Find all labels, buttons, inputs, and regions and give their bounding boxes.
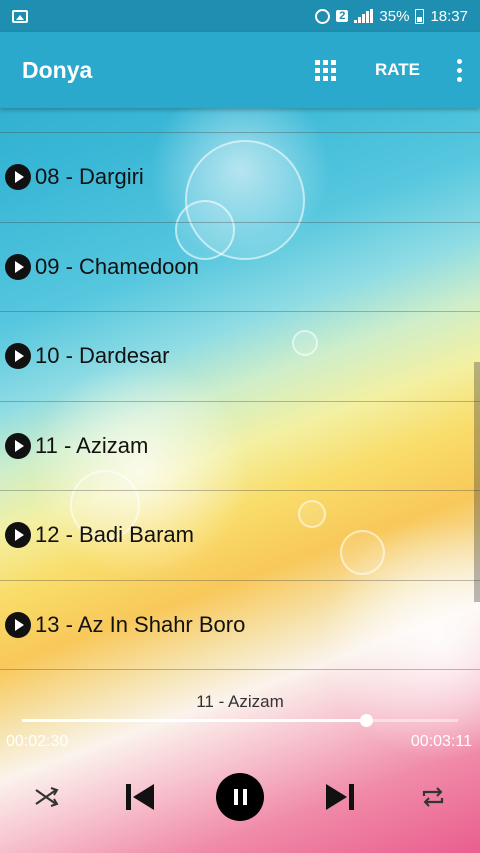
play-icon[interactable] xyxy=(5,432,31,459)
pause-icon xyxy=(216,773,264,821)
app-bar: Donya RATE xyxy=(0,32,480,108)
song-title: 10 - Dardesar xyxy=(35,343,170,369)
battery-percent: 35% xyxy=(379,7,410,25)
play-icon[interactable] xyxy=(5,253,31,280)
song-title: 08 - Dargiri xyxy=(35,164,144,190)
status-bar: 2 35% 18:37 xyxy=(0,0,480,32)
current-time: 00:02:30 xyxy=(6,733,69,750)
grid-menu-button[interactable] xyxy=(301,45,351,95)
previous-icon xyxy=(126,784,154,810)
play-icon[interactable] xyxy=(5,164,31,191)
grid-icon xyxy=(315,59,337,81)
previous-button[interactable] xyxy=(122,772,158,822)
next-button[interactable] xyxy=(322,772,358,822)
pause-button[interactable] xyxy=(215,772,265,822)
image-icon xyxy=(12,9,28,23)
play-icon[interactable] xyxy=(5,522,31,549)
song-title: 11 - Azizam xyxy=(35,432,149,458)
list-scrollbar[interactable] xyxy=(474,362,480,602)
more-options-button[interactable] xyxy=(444,45,474,95)
now-playing-title: 11 - Azizam xyxy=(196,692,284,711)
next-icon xyxy=(326,784,354,810)
app-title: Donya xyxy=(22,56,93,83)
song-title: 09 - Chamedoon xyxy=(35,253,199,279)
rate-button[interactable]: RATE xyxy=(371,52,424,88)
song-row[interactable]: 12 - Badi Baram xyxy=(0,491,480,581)
song-row[interactable]: 11 - Azizam xyxy=(0,402,480,491)
shuffle-button[interactable] xyxy=(32,772,62,822)
sim-icon: 2 xyxy=(336,10,349,22)
shuffle-icon xyxy=(35,787,59,807)
more-vert-icon xyxy=(456,58,462,64)
song-list[interactable]: 08 - Dargiri 09 - Chamedoon 10 - Dardesa… xyxy=(0,108,480,670)
battery-icon xyxy=(415,8,425,24)
song-title: 12 - Badi Baram xyxy=(35,522,194,548)
seek-bar[interactable] xyxy=(22,714,458,727)
repeat-button[interactable] xyxy=(418,772,448,822)
clock: 18:37 xyxy=(430,7,468,25)
play-icon[interactable] xyxy=(5,343,31,370)
song-row[interactable]: 08 - Dargiri xyxy=(0,133,480,223)
total-time: 00:03:11 xyxy=(410,733,472,750)
play-icon[interactable] xyxy=(5,611,31,638)
signal-icon xyxy=(354,9,374,23)
song-title: 13 - Az In Shahr Boro xyxy=(35,611,246,637)
seek-progress xyxy=(22,719,367,722)
song-row[interactable]: 13 - Az In Shahr Boro xyxy=(0,581,480,670)
alarm-icon xyxy=(315,8,331,24)
repeat-icon xyxy=(422,787,444,807)
player-controls xyxy=(0,772,480,822)
song-row[interactable]: 09 - Chamedoon xyxy=(0,223,480,312)
song-row[interactable]: 10 - Dardesar xyxy=(0,312,480,402)
